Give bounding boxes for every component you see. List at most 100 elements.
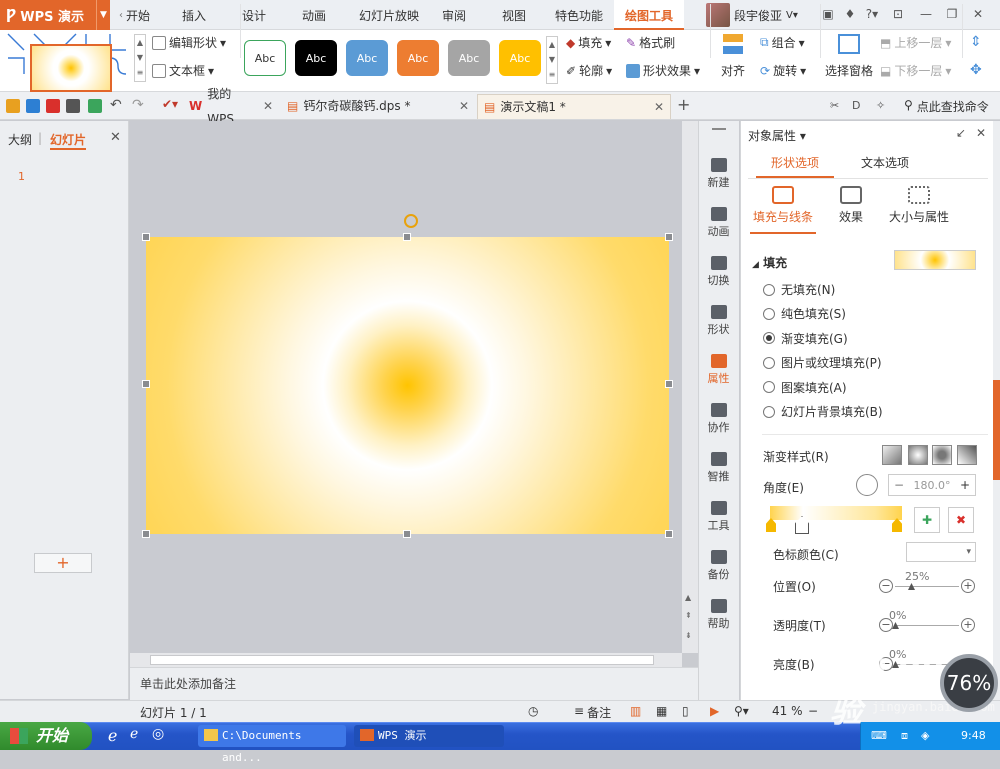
minus-icon[interactable]: − <box>879 579 893 593</box>
notes-toggle[interactable]: ≡ 备注 <box>574 704 611 721</box>
zoom-icon[interactable]: ⚲▾ <box>734 704 749 718</box>
toolbar-d-icon[interactable]: D <box>852 99 860 112</box>
save-icon[interactable] <box>26 99 40 113</box>
bring-forward-button[interactable]: ⬒ 上移一层 ▾ <box>880 34 951 51</box>
shape-style-2[interactable]: Abc <box>295 40 337 76</box>
position-slider[interactable] <box>895 586 959 587</box>
sidebar-item-shape[interactable]: 形状 <box>698 297 739 345</box>
fill-section-header[interactable]: ◢ 填充 <box>752 254 787 271</box>
tab-view[interactable]: 视图 <box>492 0 536 30</box>
sidebar-item-tools[interactable]: 工具 <box>698 493 739 541</box>
tab-insert[interactable]: 插入 <box>172 0 216 30</box>
fill-option-2[interactable]: 纯色填充(S) <box>763 305 846 322</box>
stop-color-picker[interactable]: ▾ <box>906 542 976 562</box>
add-slide-button[interactable]: + <box>34 553 92 573</box>
minus-icon[interactable]: − <box>889 478 909 492</box>
toolbar-wand-icon[interactable]: ✧ <box>876 99 885 112</box>
gradient-rectangle-shape[interactable] <box>146 237 669 534</box>
chevron-down-icon[interactable]: ▼ <box>96 0 110 30</box>
sidebar-item-help[interactable]: 帮助 <box>698 591 739 639</box>
sidebar-item-collab[interactable]: 协作 <box>698 395 739 443</box>
angle-dial-icon[interactable] <box>856 474 878 496</box>
selection-pane-button[interactable]: 选择窗格 <box>824 34 874 88</box>
resize-handle[interactable] <box>665 380 673 388</box>
resize-handle[interactable] <box>142 530 150 538</box>
sidebar-item-smart[interactable]: 智推 <box>698 444 739 492</box>
horizontal-scroll-thumb[interactable] <box>150 655 654 665</box>
radio-button[interactable] <box>763 332 775 345</box>
fill-option-5[interactable]: 图案填充(A) <box>763 379 847 396</box>
redo-icon[interactable]: ↷ <box>132 97 144 113</box>
task-explorer[interactable]: C:\Documents and... <box>198 725 346 764</box>
doctab-mywps[interactable]: W 我的WPS ✕ <box>183 87 279 126</box>
doctab-file[interactable]: ▤ 钙尔奇碳酸钙.dps * ✕ <box>281 94 475 119</box>
shape-effect-button[interactable]: 形状效果 ▾ <box>626 62 700 79</box>
tab-drawing-tools[interactable]: 绘图工具 <box>614 0 684 30</box>
resize-handle[interactable] <box>403 530 411 538</box>
tab-slideshow[interactable]: 幻灯片放映 <box>352 0 426 30</box>
tab-animation[interactable]: 动画 <box>292 0 336 30</box>
export-pdf-icon[interactable] <box>46 99 60 113</box>
distribute-icon[interactable]: ⇕ <box>970 34 982 50</box>
line-gallery-scroll[interactable]: ▲ ▼ ≡ <box>134 34 146 82</box>
ie-icon-2[interactable]: ℯ <box>130 726 138 742</box>
scroll-up-icon[interactable]: ▲ <box>685 593 691 602</box>
collapse-panel-tab[interactable] <box>993 380 1000 480</box>
slide-thumbnail[interactable] <box>30 44 112 92</box>
edit-shape-button[interactable]: 编辑形状 ▾ <box>152 34 226 51</box>
shirt-icon[interactable]: ♦ <box>840 5 860 23</box>
shape-style-3[interactable]: Abc <box>346 40 388 76</box>
performance-gauge[interactable]: 76% <box>940 654 998 712</box>
shape-style-4[interactable]: Abc <box>397 40 439 76</box>
customize-icon[interactable]: ✔▾ <box>162 97 178 111</box>
resize-handle[interactable] <box>142 380 150 388</box>
angle-spinner[interactable]: − 180.0° + <box>888 474 976 496</box>
help-icon[interactable]: ?▾ <box>862 5 882 23</box>
vertical-scrollbar[interactable]: ▲ ⇞ ⇟ <box>682 121 698 653</box>
skin-icon[interactable]: ▣ <box>818 5 838 23</box>
browser-icon[interactable]: ◎ <box>152 726 164 742</box>
close-icon[interactable]: ✕ <box>968 5 988 23</box>
gradient-bar[interactable] <box>770 506 902 520</box>
task-wps[interactable]: WPS 演示 <box>354 725 504 747</box>
plus-icon[interactable]: + <box>961 618 975 632</box>
panel-title[interactable]: 对象属性 ▾ <box>748 127 806 144</box>
gradient-radial-icon[interactable] <box>908 445 928 465</box>
format-painter-button[interactable]: ✎ 格式刷 <box>626 34 675 51</box>
tab-home[interactable]: 开始 <box>126 0 150 30</box>
fill-preview-swatch[interactable] <box>894 250 976 270</box>
shape-style-5[interactable]: Abc <box>448 40 490 76</box>
angle-value[interactable]: 180.0° <box>909 479 955 492</box>
radio-button[interactable] <box>763 307 775 320</box>
close-icon[interactable]: ✕ <box>976 126 986 140</box>
close-icon[interactable]: ✕ <box>263 94 273 119</box>
rotate-handle-icon[interactable] <box>404 214 418 228</box>
new-tab-icon[interactable]: + <box>677 95 690 114</box>
plus-icon[interactable]: + <box>955 478 975 492</box>
zoom-level[interactable]: 41 % <box>772 704 803 718</box>
zoom-out-icon[interactable]: − <box>808 704 818 718</box>
sidebar-item-properties[interactable]: 属性 <box>698 346 739 394</box>
close-icon[interactable]: ✕ <box>459 94 469 119</box>
toolbar-tools-icon[interactable]: ✂ <box>830 99 839 112</box>
send-backward-button[interactable]: ⬓ 下移一层 ▾ <box>880 62 951 79</box>
radio-button[interactable] <box>763 381 775 394</box>
resize-handle[interactable] <box>403 233 411 241</box>
user-account[interactable]: 段宇俊亚 V▾ <box>706 2 816 28</box>
resize-handle[interactable] <box>665 530 673 538</box>
pin-icon[interactable]: ↙ <box>956 126 966 140</box>
tab-design[interactable]: 设计 <box>232 0 276 30</box>
tab-special[interactable]: 特色功能 <box>548 0 610 30</box>
sidebar-item-backup[interactable]: 备份 <box>698 542 739 590</box>
tab-review[interactable]: 审阅 <box>432 0 476 30</box>
tab-slides[interactable]: 幻灯片 <box>50 131 87 150</box>
sidebar-item-transition[interactable]: 切换 <box>698 248 739 296</box>
add-stop-icon[interactable]: ✚ <box>914 507 940 533</box>
next-slide-icon[interactable]: ⇟ <box>685 631 692 640</box>
prev-slide-icon[interactable]: ⇞ <box>685 611 692 620</box>
minimize-icon[interactable]: — <box>916 5 936 23</box>
rotate-button[interactable]: ⟳ 旋转 ▾ <box>760 62 806 79</box>
textbox-button[interactable]: 文本框 ▾ <box>152 62 214 79</box>
remove-stop-icon[interactable]: ✖ <box>948 507 974 533</box>
outline-button[interactable]: ✐ 轮廓 ▾ <box>566 62 612 79</box>
